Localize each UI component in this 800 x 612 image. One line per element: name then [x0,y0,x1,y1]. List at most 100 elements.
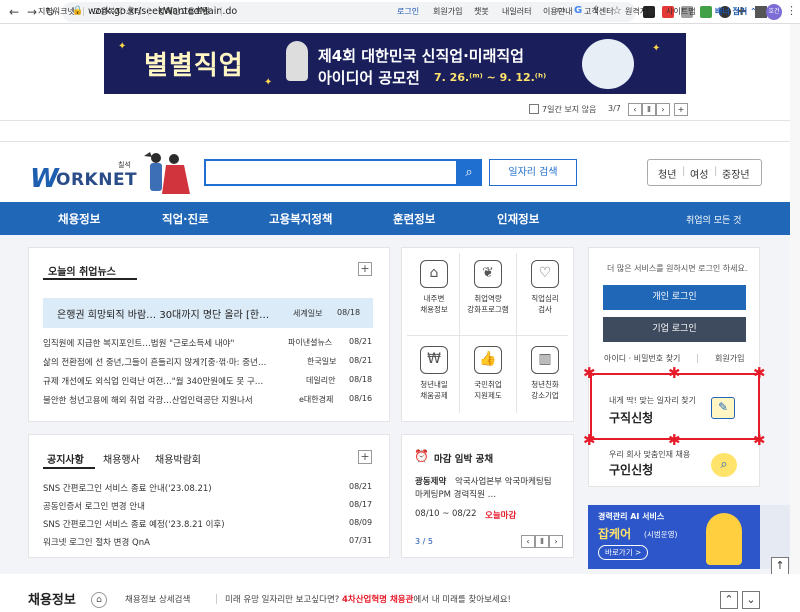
building-icon: ▥ [531,346,559,374]
login-link[interactable]: 로그인 [397,6,419,17]
notice-date: 08/09 [349,518,373,527]
sitemap-link[interactable]: 사이트맵 [666,6,695,17]
tab-today-news[interactable]: 오늘의 취업뉴스 [48,263,116,278]
deadline-pause-button[interactable]: Ⅱ [535,535,549,548]
hire-apply[interactable]: 우리 회사 맞춤인재 채용 구인신청 ⌕ [599,443,749,483]
tab-fairs[interactable]: 채용박람회 [155,451,201,466]
service-national-support[interactable]: 👍 국민취업 지원제도 [459,346,517,401]
list-item[interactable]: 삶의 전환점에 선 중년,그들이 흔들리지 않게?[중·꺾·마: 중년… 한국일… [43,356,373,372]
personal-login-button[interactable]: 개인 로그인 [603,285,746,310]
hide-week-checkbox[interactable] [529,104,539,114]
scroll-top-button[interactable]: ↑ [771,557,789,575]
menu-dots-icon[interactable]: ⋮ [786,4,797,17]
util-link[interactable]: 장애인고용포털 [158,6,210,17]
news-date: 08/21 [349,356,373,365]
tab-notice[interactable]: 공지사항 [47,451,84,466]
list-item[interactable]: 공동인증서 로그인 변경 안내 08/17 [43,500,373,516]
highlight-box [590,373,760,440]
logo-sub: 칠석 [118,161,131,169]
nav-welfare[interactable]: 고용복지정책 [269,211,332,227]
list-item[interactable]: 워크넷 로그인 절차 변경 QnA 07/31 [43,536,373,552]
guide-link[interactable]: 이용안내 [543,6,572,17]
piggy-bank-icon: ₩ [420,346,448,374]
fold-banner-link[interactable]: 배너 접기 ⌃ [715,6,757,17]
segment-youth[interactable]: 청년 [658,166,676,181]
news-more-button[interactable]: + [358,262,372,276]
bookmark-star-icon[interactable]: ☆ [612,4,622,17]
newsletter-link[interactable]: 내일러터 [502,6,531,17]
back-icon[interactable]: ← [6,4,22,20]
home-icon[interactable]: ⌂ [91,592,107,608]
service-label: 채용정보 [420,305,448,314]
detail-search-link[interactable]: 채용정보 상세검색 [125,593,190,605]
notice-more-button[interactable]: + [358,450,372,464]
logo-text: ORKNET [56,170,138,190]
nav-jobs[interactable]: 채용정보 [58,211,100,227]
service-label: 강화프로그램 [467,305,509,314]
divider: | [682,166,686,177]
ai-banner-button[interactable]: 바로가기 > [598,545,649,560]
util-link[interactable]: 지역워크넷 [38,6,75,17]
promo-banner[interactable]: ✦ ✦ ✦ 별별직업 제4회 대한민국 신직업·미래직업 아이디어 공모전 7.… [104,33,686,94]
list-item[interactable]: 규제 개선에도 외식업 인력난 여전…"월 340만원에도 못 구… 데일리안 … [43,375,373,391]
company-login-button[interactable]: 기업 로그인 [603,317,746,342]
news-source: 파이낸셜뉴스 [288,338,333,347]
red-star-icon: ✱ [583,431,596,449]
segment-women[interactable]: 여성 [690,166,708,181]
deadline-period: 08/10 ~ 08/22 [415,509,477,519]
sprout-hand-icon: ❦ [474,260,502,288]
nav-talent[interactable]: 인재정보 [497,211,539,227]
search-input[interactable] [204,159,482,186]
search-icon[interactable]: ⌕ [456,159,482,186]
add-banner-button[interactable]: + [674,103,688,116]
promo-message[interactable]: 미래 유망 일자리만 보고싶다면? 4차산업혁명 채용관에서 내 미래를 찾아보… [225,593,511,605]
nav-training[interactable]: 훈련정보 [393,211,435,227]
find-account-link[interactable]: 아이디 · 비밀번호 찾기 [604,353,680,364]
service-youth-friendly[interactable]: ▥ 청년친화 강소기업 [516,346,574,401]
deadline-item[interactable]: 광동제약 악국사업본부 악국마케팅팀 마케팅PM 경력직원 … 08/10 ~ … [415,471,565,521]
red-star-icon: ✱ [753,431,766,449]
main-nav: 채용정보 직업·진로 고용복지정책 훈련정보 인재정보 취업의 모든 것 [0,202,800,235]
remote-link[interactable]: 원격지원 [625,6,654,17]
jobcare-banner[interactable]: 경력관리 AI 서비스 잡케어 (시범운영) 바로가기 > [588,505,760,569]
profile-avatar[interactable]: 호건 [766,4,782,20]
prev-banner-button[interactable]: ‹ [628,103,642,116]
news-highlight[interactable]: 은행권 희망퇴직 바람… 30대까지 명단 올라 [한… 세계일보 08/18 [43,298,373,328]
login-hint: 더 많은 서비스를 원하시면 로그인 하세요. [607,264,748,273]
chatbot-link[interactable]: 챗봇 [474,6,489,17]
deadline-next-button[interactable]: › [549,535,563,548]
signup-link[interactable]: 회원가입 [433,6,462,17]
list-item[interactable]: 불안한 청년고용에 해외 취업 각광…산업인력공단 지원나서 e대한경제 08/… [43,394,373,410]
nav-career[interactable]: 직업·진로 [162,211,209,227]
list-item[interactable]: 임직원에 지급한 복지포인트…법원 "근로소득세 내야" 파이낸셜뉴스 08/2… [43,337,373,353]
join-link[interactable]: 회원가입 [715,353,744,364]
pause-banner-button[interactable]: Ⅱ [642,103,656,116]
deadline-prev-button[interactable]: ‹ [521,535,535,548]
house-map-icon: ⌂ [420,260,448,288]
news-date: 08/16 [349,394,373,403]
service-youth-fund[interactable]: ₩ 청년내일 채움공제 [405,346,463,401]
service-aptitude-test[interactable]: ♡ 직업심리 검사 [516,260,574,315]
page-scrollbar[interactable] [790,24,800,574]
list-item[interactable]: SNS 간편로그인 서비스 종료 예정('23.8.21 이후) 08/09 [43,518,373,534]
support-link[interactable]: 고객센터 [584,6,613,17]
next-down-button[interactable]: ⌄ [742,591,760,609]
notice-title: 공동인증서 로그인 변경 안내 [43,502,145,512]
notice-date: 08/21 [349,482,373,491]
util-link[interactable]: 고용복지⁺센터 [93,6,141,17]
job-search-button[interactable]: 일자리 검색 [489,159,577,186]
extension-icon[interactable] [700,6,712,18]
search-person-icon: ⌕ [711,453,737,477]
list-item[interactable]: SNS 간편로그인 서비스 종료 안내('23.08.21) 08/21 [43,482,373,498]
service-nearby-jobs[interactable]: ⌂ 내주변 채용정보 [405,260,463,315]
tab-events[interactable]: 채용행사 [103,451,140,466]
ai-banner-line2: 잡케어 [598,527,632,541]
red-star-icon: ✱ [668,364,681,382]
nav-all[interactable]: 취업의 모든 것 [686,213,741,226]
segment-middle-aged[interactable]: 중장년 [722,166,750,181]
prev-up-button[interactable]: ⌃ [720,591,738,609]
service-employability[interactable]: ❦ 취업역량 강화프로그램 [459,260,517,315]
google-icon[interactable]: G [574,5,582,16]
service-label: 직업심리 [531,294,559,303]
next-banner-button[interactable]: › [656,103,670,116]
